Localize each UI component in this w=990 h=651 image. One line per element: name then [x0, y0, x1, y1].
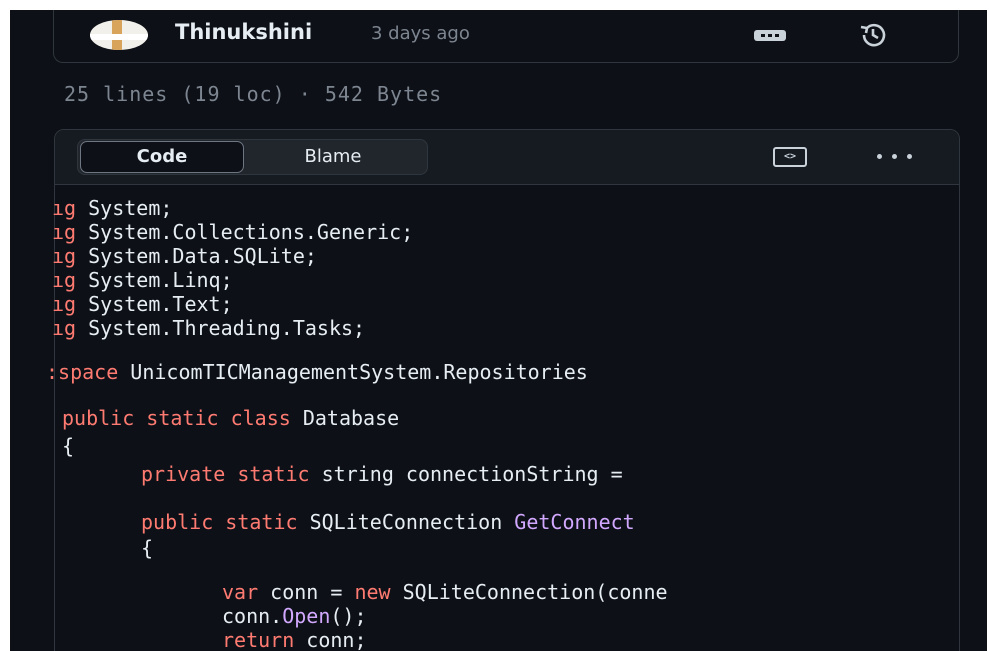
code-line: public static class Database	[62, 406, 400, 430]
code-line: ıg System.Linq;	[52, 268, 233, 292]
code-line: private static string connectionString =	[141, 462, 623, 486]
code-line: {	[141, 536, 154, 560]
file-viewer-toolbar: Code Blame <>	[55, 130, 959, 185]
screen-edge	[977, 10, 987, 651]
code-square-icon[interactable]: <>	[773, 147, 807, 167]
code-line: conn.Open();	[222, 604, 367, 628]
commit-message-expand-icon[interactable]	[754, 30, 786, 41]
code-line: ıg System;	[52, 196, 173, 220]
history-icon[interactable]	[856, 20, 890, 50]
code-line: :space UnicomTICManagementSystem.Reposit…	[46, 360, 588, 384]
code-line: ıg System.Text;	[52, 292, 233, 316]
commit-author-link[interactable]: Thinukshini	[175, 20, 312, 44]
code-line: var conn = new SQLiteConnection(conne	[222, 580, 668, 604]
latest-commit-bar: Thinukshini 3 days ago	[53, 10, 959, 63]
kebab-horizontal-icon[interactable]	[873, 154, 917, 160]
code-line: public static SQLiteConnection GetConnec…	[141, 510, 635, 534]
code-line: return conn;	[222, 628, 367, 651]
code-line: ıg System.Threading.Tasks;	[52, 316, 366, 340]
view-toggle: Code Blame	[77, 139, 428, 175]
screen: Thinukshini 3 days ago 25 lines (19 loc)…	[10, 10, 987, 651]
tab-blame[interactable]: Blame	[258, 141, 408, 173]
code-view: ıg System; ıg System.Collections.Generic…	[10, 196, 987, 651]
commit-time: 3 days ago	[371, 23, 470, 44]
code-line: ıg System.Data.SQLite;	[52, 244, 317, 268]
code-line: ıg System.Collections.Generic;	[52, 220, 414, 244]
tab-code[interactable]: Code	[80, 141, 244, 173]
avatar[interactable]	[90, 20, 148, 50]
code-line: {	[62, 434, 75, 458]
file-info: 25 lines (19 loc) · 542 Bytes	[64, 82, 443, 106]
